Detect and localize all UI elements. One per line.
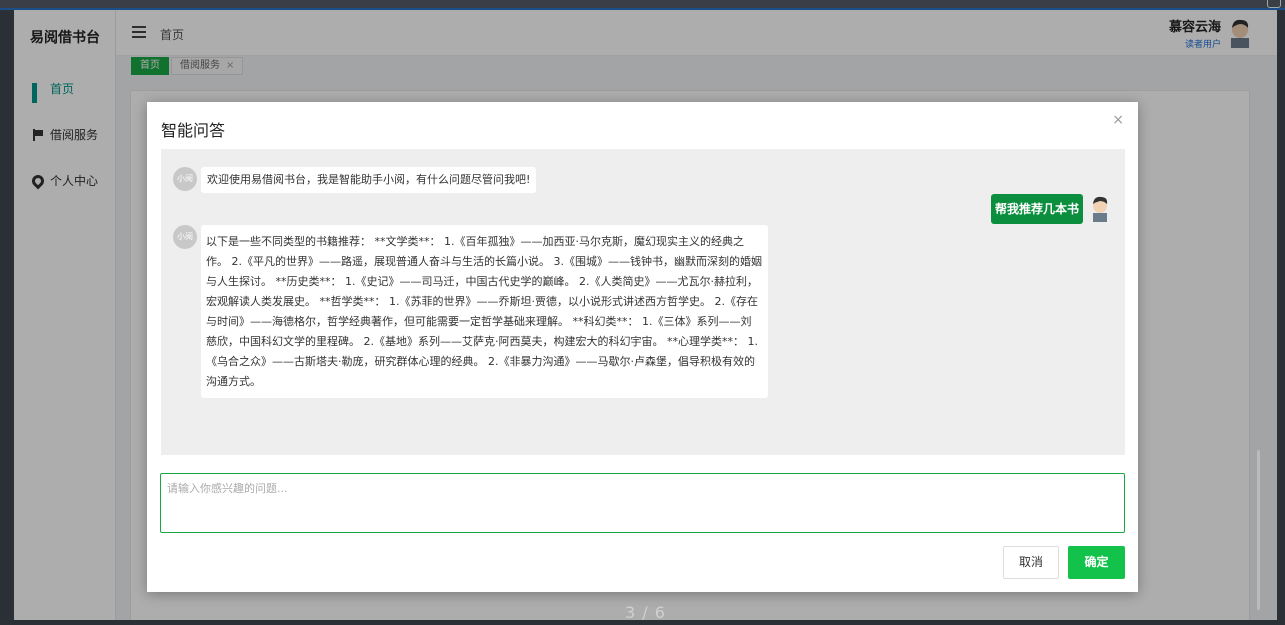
user-message: 帮我推荐几本书 bbox=[990, 194, 1111, 224]
ai-chat-dialog: 智能问答 × 小阅 欢迎使用易借阅书台，我是智能助手小阅，有什么问题尽管问我吧!… bbox=[147, 102, 1138, 592]
window-control-icon[interactable] bbox=[1267, 0, 1281, 8]
question-input[interactable] bbox=[160, 473, 1125, 533]
window-left-edge bbox=[0, 10, 14, 625]
page-indicator: 3 / 6 bbox=[625, 603, 666, 622]
close-icon[interactable]: × bbox=[1112, 112, 1124, 128]
page-scrollbar[interactable] bbox=[1257, 450, 1260, 610]
bot-message: 小阅 欢迎使用易借阅书台，我是智能助手小阅，有什么问题尽管问我吧! bbox=[173, 167, 537, 193]
cancel-button[interactable]: 取消 bbox=[1003, 546, 1059, 579]
window-right-edge bbox=[1277, 10, 1285, 625]
bot-message-text: 以下是一些不同类型的书籍推荐： **文学类**： 1.《百年孤独》——加西亚·马… bbox=[201, 225, 768, 398]
bot-message-text: 欢迎使用易借阅书台，我是智能助手小阅，有什么问题尽管问我吧! bbox=[201, 167, 537, 193]
user-message-text: 帮我推荐几本书 bbox=[990, 194, 1083, 224]
bot-avatar: 小阅 bbox=[173, 225, 197, 249]
dialog-title: 智能问答 bbox=[161, 121, 226, 140]
bot-avatar: 小阅 bbox=[173, 167, 197, 191]
confirm-button[interactable]: 确定 bbox=[1068, 546, 1125, 579]
user-avatar bbox=[1093, 196, 1108, 222]
bot-message: 小阅 以下是一些不同类型的书籍推荐： **文学类**： 1.《百年孤独》——加西… bbox=[173, 225, 768, 398]
chat-history[interactable]: 小阅 欢迎使用易借阅书台，我是智能助手小阅，有什么问题尽管问我吧! 帮我推荐几本… bbox=[161, 149, 1125, 455]
